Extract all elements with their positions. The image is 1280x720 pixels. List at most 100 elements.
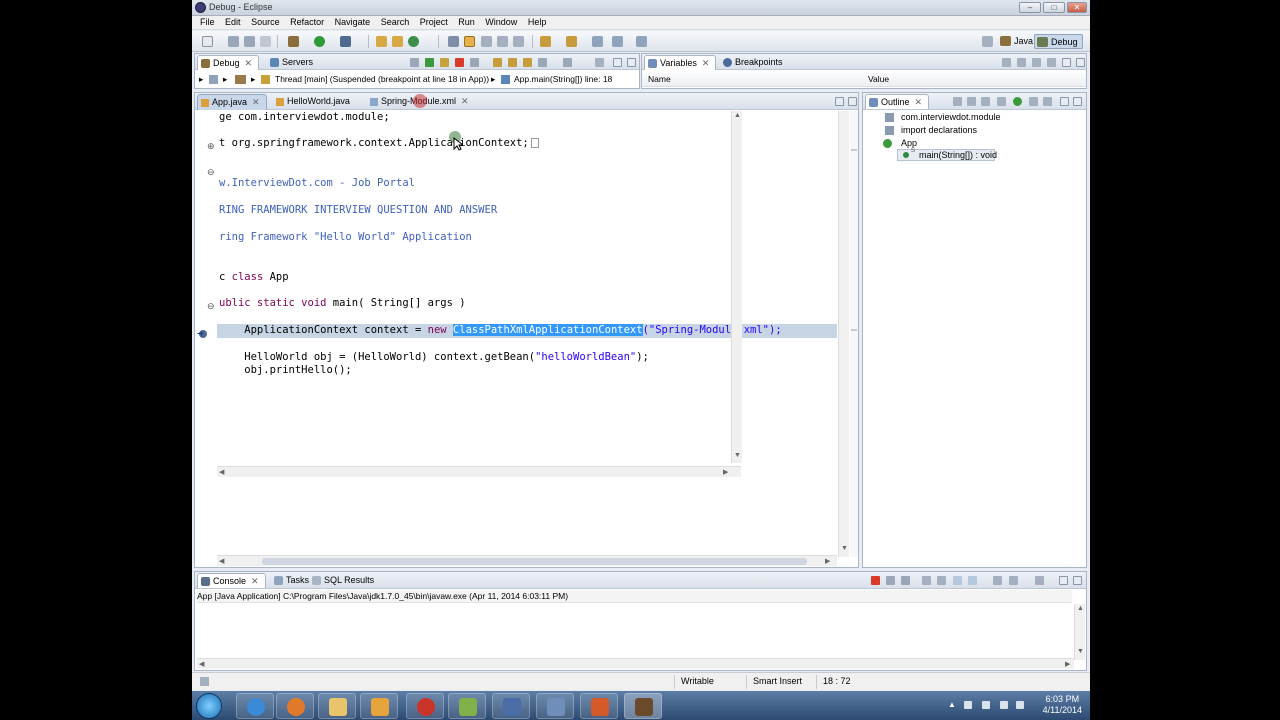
scroll-left-icon[interactable]: ◀	[219, 468, 224, 476]
close-icon[interactable]: ✕	[245, 58, 253, 68]
pin-console-icon[interactable]	[993, 576, 1002, 585]
tray-icon[interactable]	[982, 701, 990, 709]
disconnect-icon[interactable]	[470, 58, 479, 67]
close-button[interactable]: ✕	[1067, 2, 1087, 13]
show-on-output-icon[interactable]	[953, 576, 962, 585]
taskbar-clock[interactable]: 6:03 PM 4/11/2014	[1043, 694, 1082, 716]
fold-collapse-icon[interactable]: ⊖	[207, 167, 215, 178]
remove-launch-icon[interactable]	[886, 576, 895, 585]
start-button[interactable]	[196, 693, 222, 719]
stack-frame-label[interactable]: App.main(String[]) line: 18	[514, 72, 612, 86]
terminate-icon[interactable]	[871, 576, 880, 585]
fold-expand-icon[interactable]: ⊕	[207, 141, 215, 152]
clear-console-icon[interactable]	[922, 576, 931, 585]
close-icon[interactable]: ✕	[915, 97, 923, 107]
open-perspective-icon[interactable]	[982, 36, 993, 47]
close-icon[interactable]: ✕	[702, 58, 710, 68]
tab-servers[interactable]: Servers	[267, 55, 319, 70]
horizontal-scrollbar[interactable]: ◀ ▶	[217, 555, 837, 566]
outline-item-imports[interactable]: import declarations	[901, 124, 977, 136]
console-horizontal-scrollbar[interactable]: ◀ ▶	[197, 658, 1074, 669]
terminate-icon[interactable]	[455, 58, 464, 67]
drop-to-frame-icon[interactable]	[538, 58, 547, 67]
next-annotation-icon[interactable]	[540, 36, 551, 47]
thread-label[interactable]: Thread [main] (Suspended (breakpoint at …	[275, 72, 489, 86]
minimize-view-icon[interactable]	[613, 58, 622, 67]
scroll-lock-icon[interactable]	[937, 576, 946, 585]
show-hidden-icons-icon[interactable]: ▲	[948, 700, 956, 709]
back-icon[interactable]	[612, 36, 623, 47]
hide-fields-icon[interactable]	[981, 97, 990, 106]
show-type-names-icon[interactable]	[1002, 58, 1011, 67]
scroll-right-icon[interactable]: ▶	[825, 557, 830, 565]
forward-icon[interactable]	[636, 36, 647, 47]
java-perspective-button[interactable]: Java	[998, 34, 1037, 49]
tab-console[interactable]: Console ✕	[197, 573, 266, 588]
minimize-view-icon[interactable]	[1059, 576, 1068, 585]
use-step-filters-icon[interactable]	[563, 58, 572, 67]
previous-annotation-icon[interactable]	[566, 36, 577, 47]
maximize-view-icon[interactable]	[848, 97, 857, 106]
menu-search[interactable]: Search	[381, 16, 410, 29]
sort-icon[interactable]	[967, 97, 976, 106]
step-over-icon[interactable]	[508, 58, 517, 67]
menu-project[interactable]: Project	[420, 16, 448, 29]
editor-gutter[interactable]: ⊕ ⊖ ⊖ ➔	[195, 111, 217, 559]
taskbar-internet-explorer[interactable]	[236, 693, 274, 719]
menu-navigate[interactable]: Navigate	[335, 16, 371, 29]
fast-view-icon[interactable]	[200, 677, 209, 686]
tab-app-java[interactable]: App.java ✕	[197, 94, 267, 110]
open-type-icon[interactable]	[448, 36, 459, 47]
show-on-error-icon[interactable]	[968, 576, 977, 585]
new-icon[interactable]	[202, 36, 213, 47]
taskbar-explorer[interactable]	[318, 693, 356, 719]
open-console-icon[interactable]	[1035, 576, 1044, 585]
external-tools-icon[interactable]	[340, 36, 351, 47]
menu-window[interactable]: Window	[485, 16, 517, 29]
taskbar-notepad[interactable]	[448, 693, 486, 719]
toggle-mark-occurrences-icon[interactable]	[464, 36, 475, 47]
scroll-left-icon[interactable]: ◀	[199, 660, 204, 668]
debug-icon[interactable]	[288, 36, 299, 47]
taskbar-save-app[interactable]	[492, 693, 530, 719]
maximize-view-icon[interactable]	[1073, 576, 1082, 585]
scroll-left-icon[interactable]: ◀	[219, 557, 224, 565]
new-java-project-icon[interactable]	[376, 36, 387, 47]
new-package-icon[interactable]	[392, 36, 403, 47]
folded-block-icon[interactable]	[530, 138, 539, 148]
run-icon[interactable]	[314, 36, 325, 47]
ruler-mark[interactable]	[851, 329, 857, 331]
suspend-icon[interactable]	[440, 58, 449, 67]
expand-arrow-icon[interactable]: ▸	[223, 72, 227, 86]
step-return-icon[interactable]	[523, 58, 532, 67]
overview-ruler[interactable]	[850, 111, 858, 557]
tab-variables[interactable]: Variables ✕	[644, 55, 717, 70]
close-icon[interactable]: ✕	[251, 576, 259, 586]
hide-static-icon[interactable]	[997, 97, 1006, 106]
outline-item-package[interactable]: com.interviewdot.module	[901, 111, 1001, 123]
scroll-up-icon[interactable]: ▲	[1077, 605, 1084, 612]
maximize-view-icon[interactable]	[1073, 97, 1082, 106]
show-whitespace-icon[interactable]	[497, 36, 508, 47]
outline-item-method[interactable]: main(String[]) : void	[919, 149, 997, 161]
collapse-all-icon[interactable]	[1032, 58, 1041, 67]
tray-icon[interactable]	[964, 701, 972, 709]
resume-icon[interactable]	[425, 58, 434, 67]
display-selected-console-icon[interactable]	[1009, 576, 1018, 585]
menu-refactor[interactable]: Refactor	[290, 16, 324, 29]
inner-horizontal-scrollbar[interactable]: ◀ ▶	[217, 466, 741, 477]
menu-edit[interactable]: Edit	[225, 16, 241, 29]
taskbar-media-player[interactable]	[360, 693, 398, 719]
taskbar-app-red[interactable]	[406, 693, 444, 719]
column-name[interactable]: Name	[648, 73, 671, 86]
volume-icon[interactable]	[1016, 701, 1024, 709]
save-all-icon[interactable]	[244, 36, 255, 47]
expand-arrow-icon[interactable]: ▸	[251, 72, 255, 86]
ruler-mark[interactable]	[851, 149, 857, 151]
view-menu-icon[interactable]	[1047, 58, 1056, 67]
print-icon[interactable]	[260, 36, 271, 47]
scroll-down-icon[interactable]: ▼	[734, 452, 741, 459]
taskbar-eclipse[interactable]	[624, 693, 662, 719]
close-icon[interactable]: ✕	[252, 97, 260, 107]
hide-local-types-icon[interactable]	[1029, 97, 1038, 106]
